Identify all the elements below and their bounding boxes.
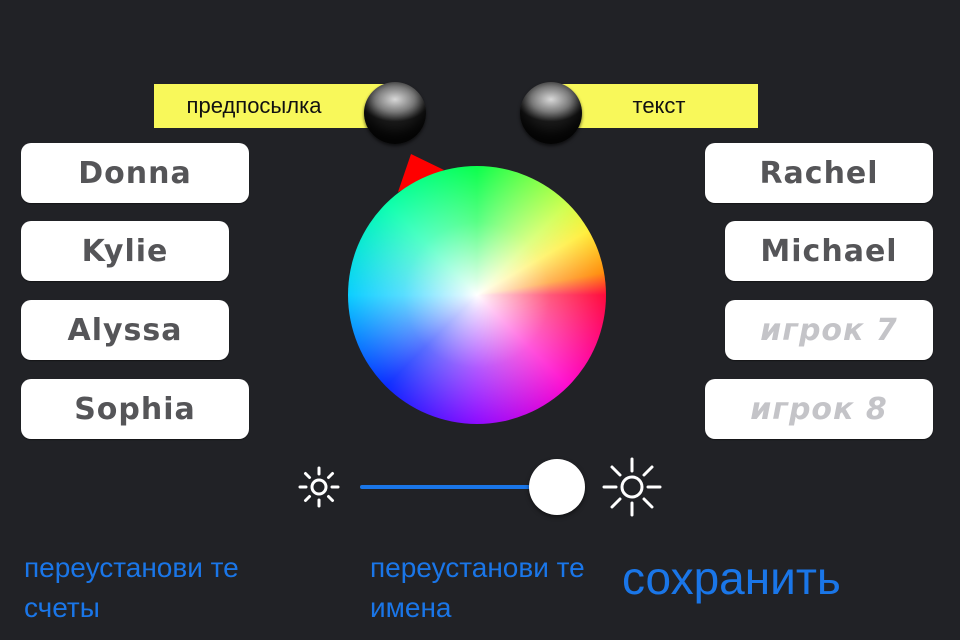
player-name-text: Rachel [759,155,879,191]
reset-scores-button[interactable]: переустанови те счеты [24,548,264,628]
player-name-text: Alyssa [67,312,183,348]
player-name-field[interactable]: Rachel [705,143,933,203]
background-toggle-bar[interactable]: предпосылка [154,84,394,128]
sun-large-icon [602,457,662,517]
player-name-field-empty[interactable]: игрок 8 [705,379,933,439]
reset-names-button[interactable]: переустанови те имена [370,548,610,628]
slider-thumb[interactable] [529,459,586,515]
player-name-field[interactable]: Alyssa [21,300,229,360]
player-placeholder-text: игрок 8 [750,391,888,427]
color-wheel[interactable] [348,166,606,424]
player-name-text: Sophia [74,391,196,427]
color-wheel-disc[interactable] [348,166,606,424]
player-placeholder-text: игрок 7 [760,312,898,348]
player-name-text: Kylie [81,233,169,269]
brightness-slider[interactable] [292,455,672,519]
player-name-field-empty[interactable]: игрок 7 [725,300,933,360]
player-name-field[interactable]: Sophia [21,379,249,439]
player-name-field[interactable]: Michael [725,221,933,281]
player-name-field[interactable]: Kylie [21,221,229,281]
text-toggle-label: текст [632,93,686,118]
slider-track[interactable] [360,485,558,489]
save-button[interactable]: сохранить [622,550,841,606]
background-toggle-knob[interactable] [364,82,426,144]
sun-small-icon [298,466,340,508]
background-toggle-label: предпосылка [186,93,322,118]
text-toggle-knob[interactable] [520,82,582,144]
player-name-text: Donna [78,155,192,191]
player-name-field[interactable]: Donna [21,143,249,203]
player-name-text: Michael [760,233,898,269]
